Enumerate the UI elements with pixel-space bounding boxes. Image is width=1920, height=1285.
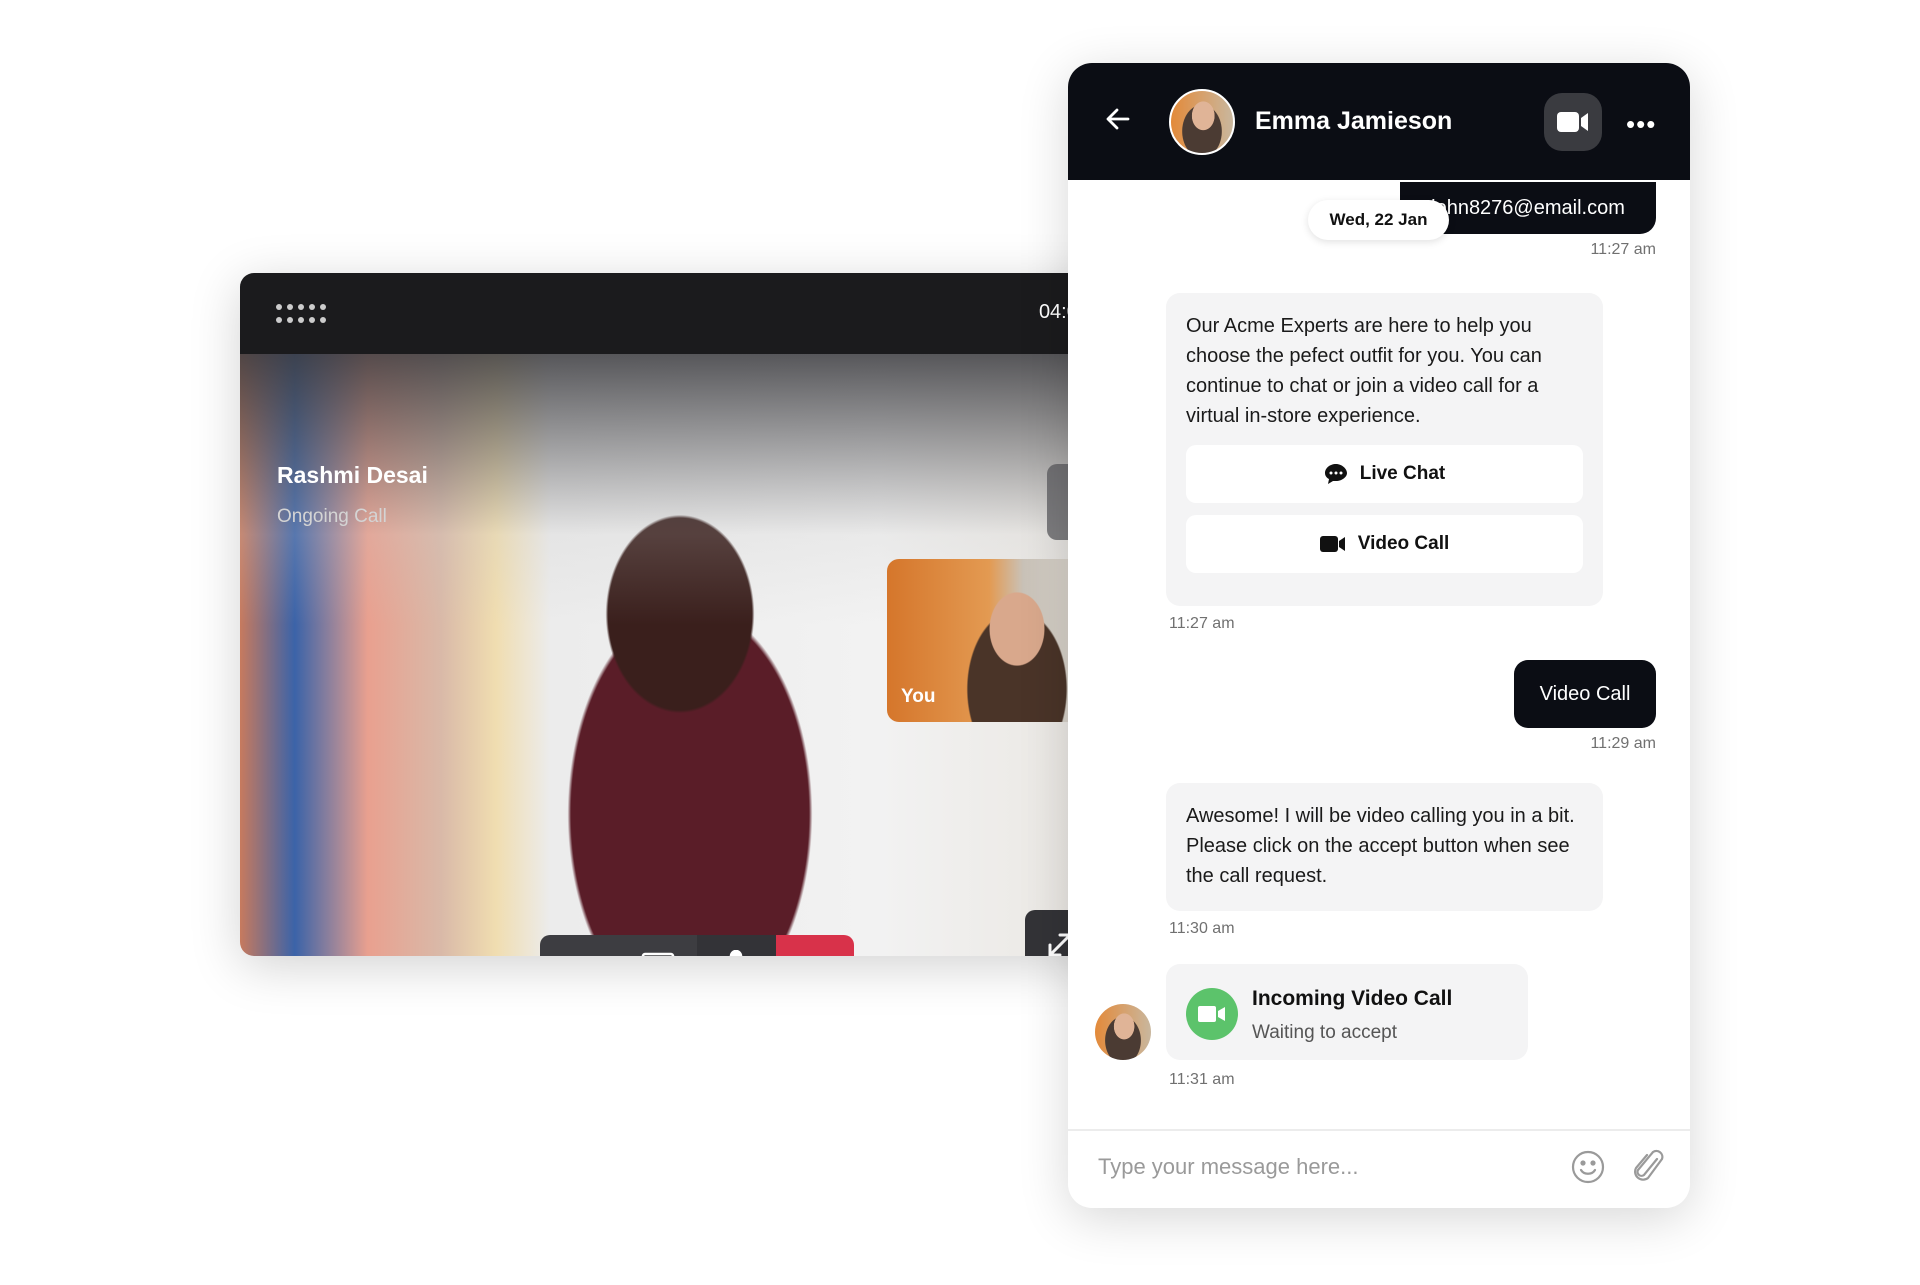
video-call-window: 04:00 Rashmi Desai Ongoing Call You [240, 273, 1153, 956]
video-camera-icon [1557, 112, 1588, 132]
composer-divider [1068, 1129, 1690, 1131]
toggle-mic-button[interactable] [697, 935, 776, 956]
button-label: Video Call [1357, 533, 1450, 554]
self-label: You [901, 686, 936, 707]
attachment-icon[interactable] [1633, 1147, 1665, 1185]
emoji-icon[interactable] [1570, 1149, 1606, 1185]
chat-window: Emma Jamieson ••• john8276@email.com Wed… [1068, 63, 1690, 1208]
chat-bubble-icon [1324, 464, 1347, 484]
video-camera-icon [1198, 1006, 1225, 1022]
video-camera-icon [561, 955, 597, 956]
remote-video-feed: Rashmi Desai Ongoing Call You [240, 354, 1153, 956]
contact-name: Emma Jamieson [1255, 107, 1453, 135]
incoming-call-badge [1186, 988, 1238, 1040]
message-time: 11:31 am [1169, 1071, 1235, 1088]
share-image-button[interactable] [618, 935, 697, 956]
button-label: Live Chat [1359, 463, 1446, 484]
video-camera-icon [1319, 536, 1345, 552]
drag-handle-icon[interactable] [276, 304, 332, 324]
toggle-camera-button[interactable] [540, 935, 619, 956]
video-call-option-button[interactable]: Video Call [1186, 515, 1583, 573]
incoming-video-call-card[interactable]: Incoming Video Call Waiting to accept [1166, 964, 1528, 1060]
end-call-button[interactable] [775, 935, 854, 956]
message-time: 11:27 am [1169, 615, 1235, 632]
agent-avatar [1095, 1004, 1151, 1060]
image-icon [641, 952, 674, 956]
incoming-call-status: Waiting to accept [1252, 1022, 1398, 1043]
back-arrow-icon[interactable] [1104, 105, 1132, 133]
more-options-icon[interactable]: ••• [1626, 109, 1656, 140]
call-status: Ongoing Call [277, 506, 387, 527]
message-user-reply: Video Call [1514, 660, 1656, 728]
incoming-call-title: Incoming Video Call [1252, 987, 1453, 1010]
call-controls [540, 935, 854, 956]
date-separator: Wed, 22 Jan [1308, 200, 1449, 240]
message-bot-intro: Our Acme Experts are here to help you ch… [1166, 293, 1603, 606]
message-time: 11:27 am [1590, 241, 1656, 258]
message-text: Our Acme Experts are here to help you ch… [1186, 315, 1542, 427]
message-time: 11:29 am [1590, 735, 1656, 752]
chat-header: Emma Jamieson ••• [1068, 63, 1690, 180]
start-video-call-button[interactable] [1544, 93, 1602, 151]
message-time: 11:30 am [1169, 920, 1235, 937]
microphone-icon [730, 950, 743, 956]
message-input[interactable] [1098, 1147, 1538, 1187]
live-chat-button[interactable]: Live Chat [1186, 445, 1583, 503]
caller-name: Rashmi Desai [277, 462, 428, 488]
video-call-header: 04:00 [240, 273, 1153, 354]
contact-avatar [1169, 89, 1235, 155]
message-agent-reply: Awesome! I will be video calling you in … [1166, 783, 1603, 911]
